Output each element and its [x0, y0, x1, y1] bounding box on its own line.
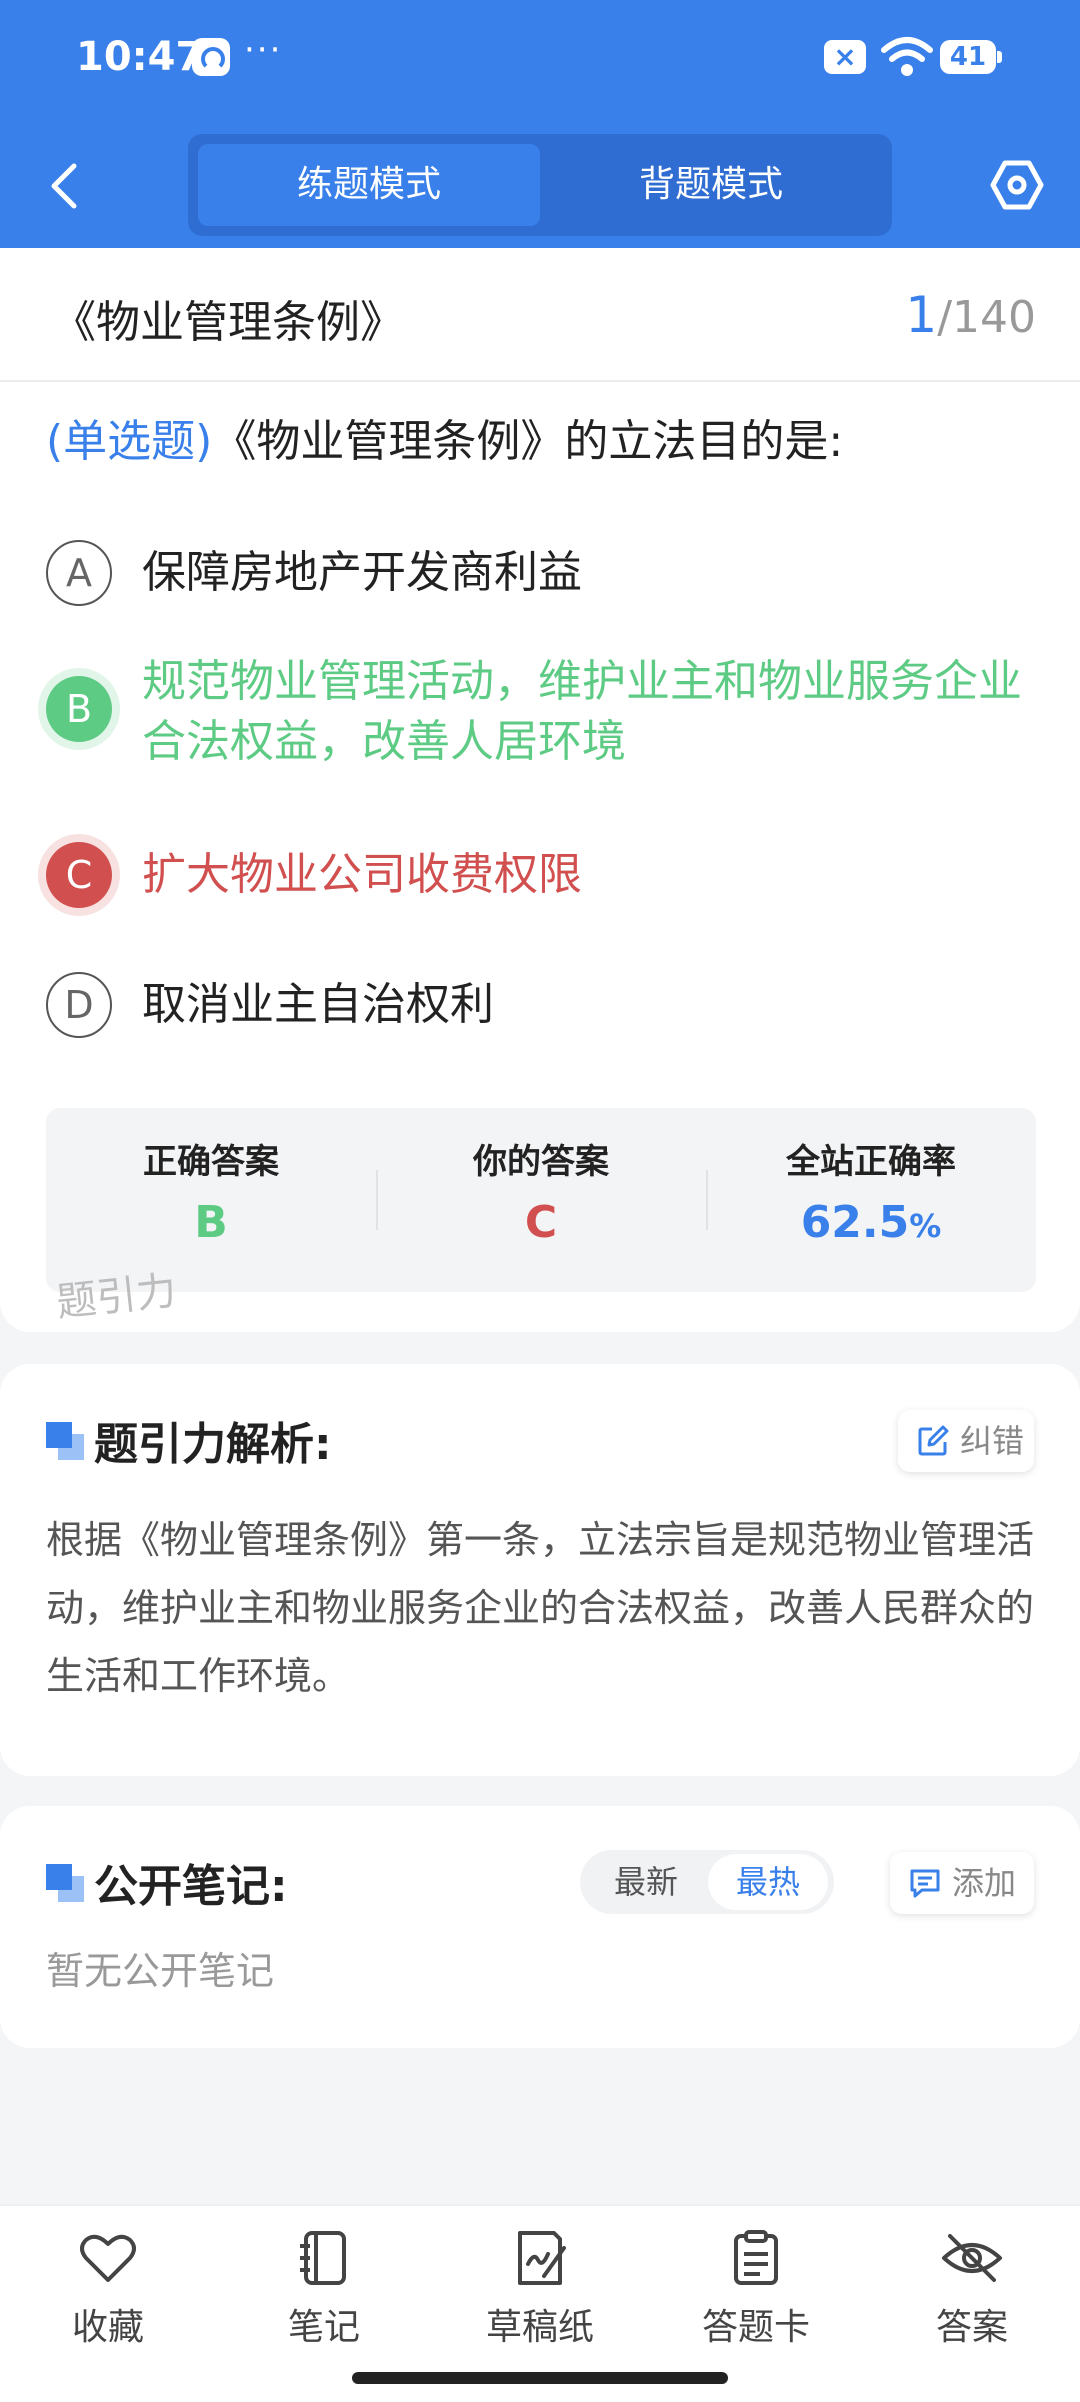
exam-title: 《物业管理条例》 — [52, 297, 404, 348]
option-letter: C — [46, 842, 112, 908]
correct-answer-value: B — [194, 1197, 228, 1248]
report-error-button[interactable]: 纠错 — [898, 1410, 1034, 1472]
add-note-button[interactable]: 添加 — [890, 1852, 1034, 1914]
notes-sort-toggle: 最新 最热 — [580, 1850, 834, 1914]
site-accuracy-unit: % — [909, 1207, 942, 1245]
total-questions: /140 — [937, 292, 1036, 343]
answer-card-icon — [734, 2230, 778, 2285]
your-answer-stat: 你的答案 C — [376, 1108, 706, 1292]
nav-answer[interactable]: 答案 — [882, 2230, 1062, 2370]
sort-hottest[interactable]: 最热 — [708, 1854, 828, 1910]
notebook-icon — [300, 2231, 346, 2285]
close-notification-icon: × — [824, 40, 866, 74]
nav-draft-label: 草稿纸 — [485, 2307, 594, 2348]
nav-favorite[interactable]: 收藏 — [18, 2230, 198, 2370]
option-text: 取消业主自治权利 — [142, 979, 494, 1030]
question-type: (单选题) — [46, 416, 213, 467]
section-icon — [46, 1422, 86, 1462]
edit-icon — [918, 1425, 949, 1456]
eye-off-icon — [942, 2234, 1002, 2282]
nav-answer-label: 答案 — [935, 2307, 1008, 2348]
sort-latest[interactable]: 最新 — [586, 1854, 706, 1910]
question-text: (单选题)《物业管理条例》的立法目的是: — [46, 410, 1036, 474]
nav-notes[interactable]: 笔记 — [234, 2230, 414, 2370]
option-letter: A — [46, 540, 112, 606]
draft-icon — [518, 2231, 566, 2285]
your-answer-value: C — [524, 1197, 558, 1248]
site-accuracy-number: 62.5 — [800, 1197, 910, 1248]
your-answer-label: 你的答案 — [473, 1142, 609, 1182]
mode-switch: 练题模式 背题模式 — [188, 134, 892, 236]
question-counter: 1/140 — [905, 286, 1036, 344]
notes-empty-text: 暂无公开笔记 — [46, 1949, 275, 1993]
comment-icon — [910, 1869, 940, 1898]
home-indicator[interactable] — [352, 2372, 728, 2384]
nav-answer-card[interactable]: 答题卡 — [666, 2230, 846, 2370]
more-notifications-icon: ··· — [244, 30, 283, 70]
report-error-label: 纠错 — [960, 1422, 1025, 1460]
current-question-number: 1 — [905, 286, 938, 344]
nav-notes-label: 笔记 — [287, 2307, 360, 2348]
tab-memorize-mode[interactable]: 背题模式 — [540, 144, 882, 226]
battery-icon: 41 — [940, 40, 1002, 74]
nav-draft[interactable]: 草稿纸 — [450, 2230, 630, 2370]
nav-answer-card-label: 答题卡 — [701, 2307, 810, 2348]
site-accuracy-value: 62.5% — [706, 1197, 1036, 1248]
wifi-icon — [881, 37, 933, 76]
site-accuracy-stat: 全站正确率 62.5% — [706, 1108, 1036, 1292]
correct-answer-label: 正确答案 — [143, 1142, 279, 1182]
analysis-card: 题引力解析: 纠错 根据《物业管理条例》第一条，立法宗旨是规范物业管理活动，维护… — [0, 1364, 1080, 1776]
site-accuracy-label: 全站正确率 — [786, 1142, 956, 1182]
watermark: 题引力 — [54, 1267, 179, 1327]
correct-answer-stat: 正确答案 B — [46, 1108, 376, 1292]
option-text: 规范物业管理活动，维护业主和物业服务企业合法权益，改善人居环境 — [142, 656, 1022, 767]
tab-practice-mode[interactable]: 练题模式 — [198, 144, 540, 226]
nav-favorite-label: 收藏 — [71, 2307, 144, 2348]
settings-icon[interactable] — [990, 158, 1044, 212]
analysis-title: 题引力解析: — [94, 1419, 332, 1470]
back-icon[interactable] — [44, 158, 84, 214]
status-time: 10:47 — [76, 34, 204, 80]
option-text: 保障房地产开发商利益 — [142, 547, 582, 598]
analysis-text: 根据《物业管理条例》第一条，立法宗旨是规范物业管理活动，维护业主和物业服务企业的… — [46, 1518, 1035, 1698]
answer-stats: 正确答案 B 你的答案 C 全站正确率 62.5% — [46, 1108, 1036, 1292]
notes-title: 公开笔记: — [94, 1861, 288, 1912]
section-icon — [46, 1864, 86, 1904]
app-header: 10:47 ··· × 41 练题模式 背题模式 — [0, 0, 1080, 248]
add-note-label: 添加 — [952, 1864, 1017, 1902]
option-letter: B — [46, 676, 112, 742]
question-title-bar: 《物业管理条例》 1/140 — [0, 248, 1080, 382]
question-stem: 《物业管理条例》的立法目的是: — [212, 416, 844, 467]
app-notification-icon — [192, 38, 230, 76]
public-notes-card: 公开笔记: 最新 最热 添加 暂无公开笔记 — [0, 1806, 1080, 2048]
option-text: 扩大物业公司收费权限 — [142, 849, 582, 900]
question-card: (单选题)《物业管理条例》的立法目的是: A 保障房地产开发商利益 B 规范物业… — [0, 382, 1080, 1332]
option-letter: D — [46, 972, 112, 1038]
heart-icon — [80, 2234, 136, 2282]
